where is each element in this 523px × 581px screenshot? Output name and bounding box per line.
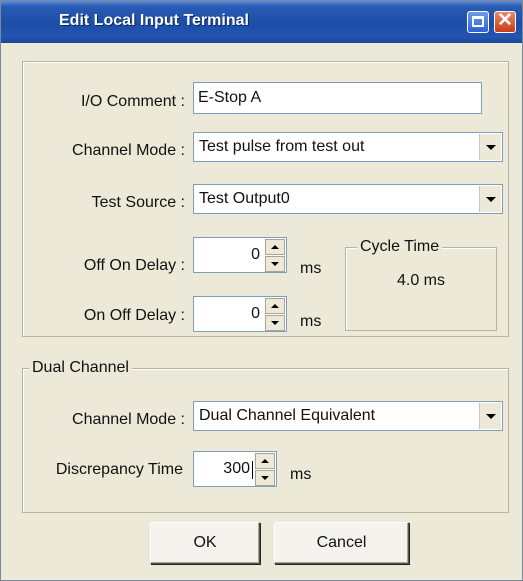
dual-channel-mode-dropdown-button[interactable] <box>479 403 501 429</box>
test-source-dropdown-button[interactable] <box>479 186 501 212</box>
chevron-up-icon <box>271 304 279 308</box>
dual-channel-mode-label: Channel Mode : <box>72 411 185 428</box>
discrepancy-time-unit: ms <box>290 466 312 483</box>
cycle-time-legend: Cycle Time <box>357 238 443 256</box>
maximize-button[interactable] <box>467 11 489 33</box>
chevron-down-icon <box>486 145 496 150</box>
dual-channel-legend: Dual Channel <box>29 359 132 377</box>
off-on-delay-label: Off On Delay : <box>83 257 185 274</box>
title-bar[interactable]: Edit Local Input Terminal ✕ <box>1 1 522 43</box>
chevron-up-icon <box>261 459 269 463</box>
dual-channel-mode-select[interactable]: Dual Channel Equivalent <box>193 401 503 431</box>
ok-button[interactable]: OK <box>150 522 260 564</box>
dual-channel-mode-value: Dual Channel Equivalent <box>199 407 376 424</box>
edit-local-input-terminal-dialog: Edit Local Input Terminal ✕ I/O Comment … <box>0 0 523 581</box>
close-button[interactable]: ✕ <box>494 10 516 33</box>
off-on-delay-unit: ms <box>300 260 322 277</box>
io-comment-field[interactable]: E-Stop A <box>193 82 482 114</box>
channel-mode-select[interactable]: Test pulse from test out <box>193 132 503 162</box>
window-title: Edit Local Input Terminal <box>59 12 249 29</box>
cycle-time-value: 4.0 ms <box>396 272 445 289</box>
discrepancy-time-decrement[interactable] <box>255 470 275 486</box>
chevron-down-icon <box>486 197 496 202</box>
close-icon: ✕ <box>497 10 513 31</box>
chevron-up-icon <box>271 245 279 249</box>
discrepancy-time-increment[interactable] <box>255 453 275 469</box>
test-source-select[interactable]: Test Output0 <box>193 184 503 214</box>
on-off-delay-increment[interactable] <box>265 298 285 314</box>
on-off-delay-unit: ms <box>300 313 322 330</box>
chevron-down-icon <box>261 476 269 480</box>
maximize-icon <box>472 16 484 27</box>
on-off-delay-spinner[interactable]: 0 <box>193 296 287 332</box>
io-comment-label: I/O Comment : <box>80 93 185 110</box>
discrepancy-time-value: 300 <box>223 460 250 477</box>
discrepancy-time-spinner[interactable]: 300 <box>193 451 277 487</box>
channel-mode-dropdown-button[interactable] <box>479 134 501 160</box>
off-on-delay-spinner[interactable]: 0 <box>193 237 287 273</box>
channel-mode-value: Test pulse from test out <box>199 138 365 155</box>
chevron-down-icon <box>271 262 279 266</box>
on-off-delay-value: 0 <box>251 305 260 322</box>
off-on-delay-increment[interactable] <box>265 239 285 255</box>
on-off-delay-label: On Off Delay : <box>83 307 185 324</box>
dual-channel-group <box>22 368 509 513</box>
on-off-delay-decrement[interactable] <box>265 315 285 331</box>
off-on-delay-decrement[interactable] <box>265 256 285 272</box>
channel-mode-label: Channel Mode : <box>72 142 185 159</box>
cancel-button[interactable]: Cancel <box>274 522 409 564</box>
chevron-down-icon <box>271 321 279 325</box>
text-cursor <box>252 461 253 479</box>
test-source-value: Test Output0 <box>199 190 290 207</box>
discrepancy-time-label: Discrepancy Time <box>55 461 183 478</box>
test-source-label: Test Source : <box>91 194 185 211</box>
off-on-delay-value: 0 <box>251 246 260 263</box>
chevron-down-icon <box>486 414 496 419</box>
